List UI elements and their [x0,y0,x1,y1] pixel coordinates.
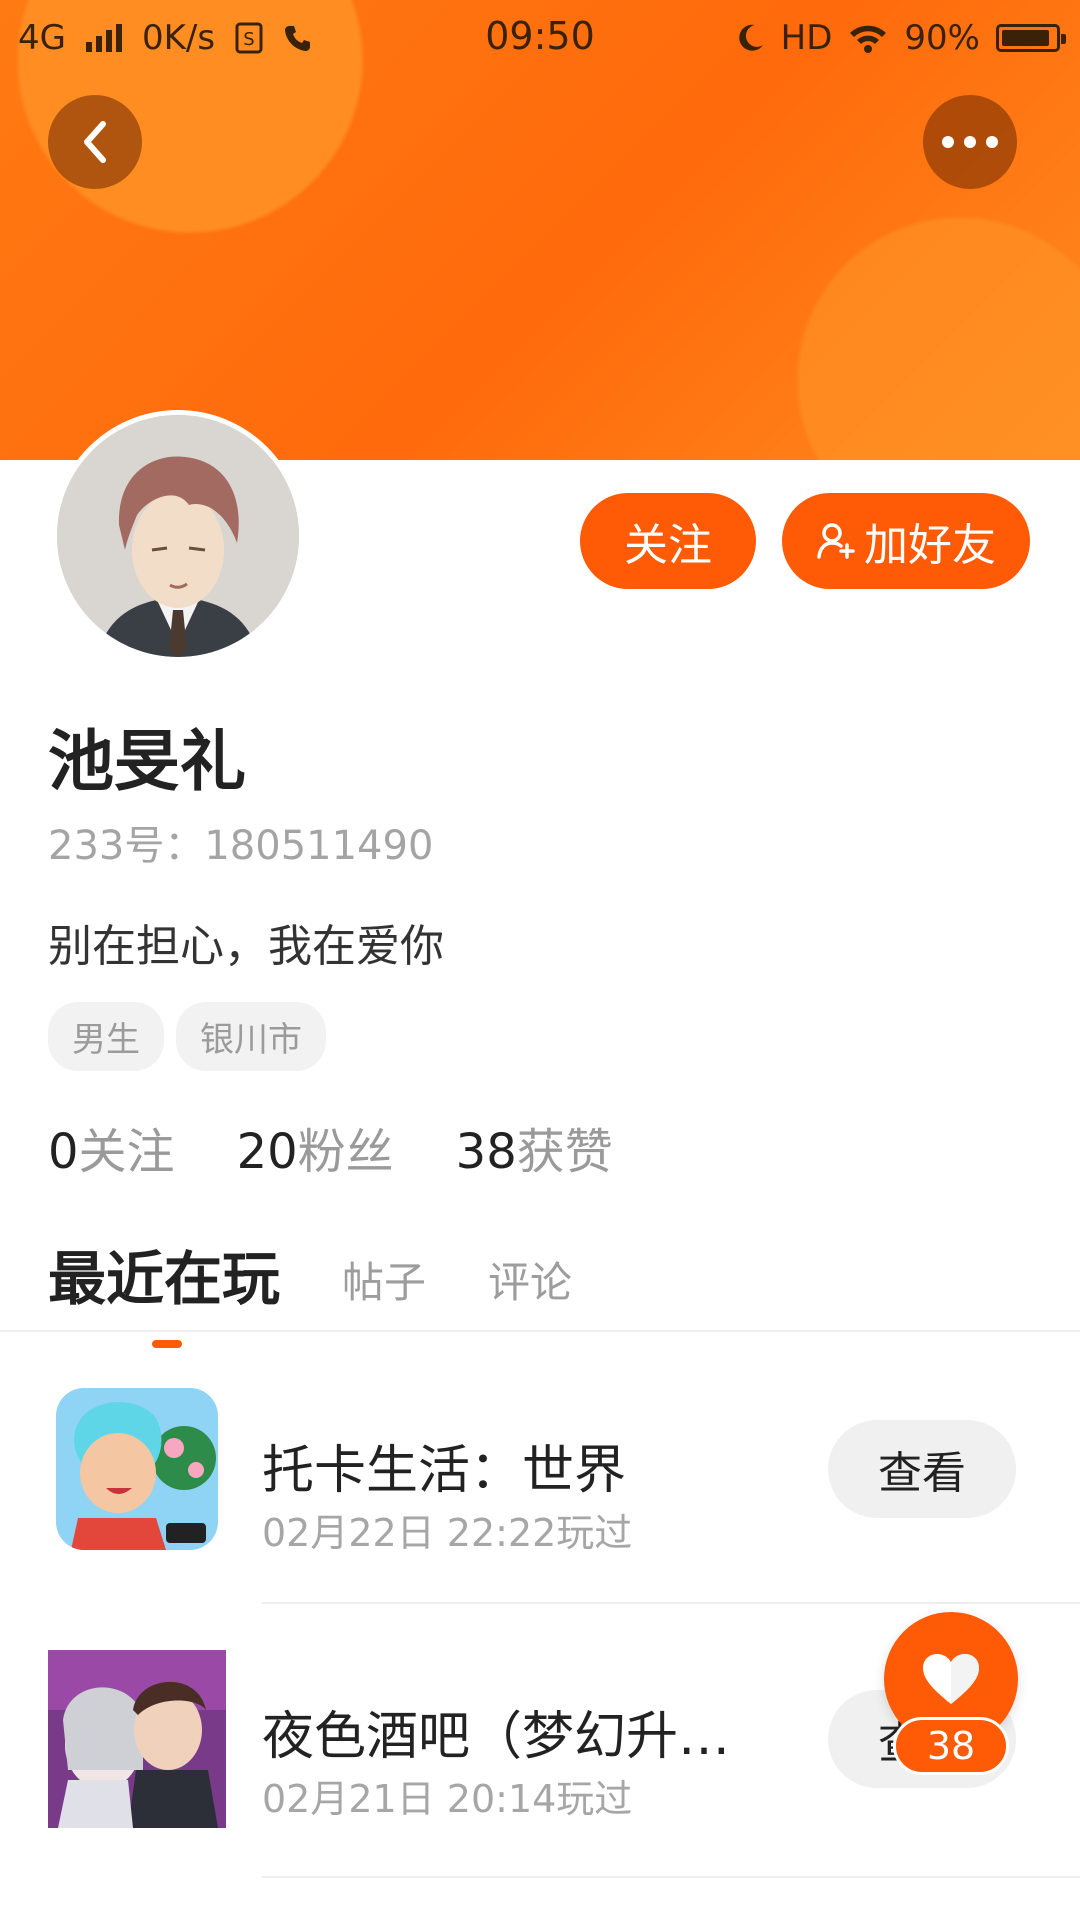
battery-icon [996,24,1066,52]
stat-likes[interactable]: 38获赞 [456,1112,613,1182]
follow-button[interactable]: 关注 [580,493,756,589]
view-button[interactable]: 查看 [828,1420,1016,1518]
stat-label: 获赞 [516,1124,613,1180]
game-item[interactable]: 托卡生活：世界 02月22日 22:22玩过 查看 [0,1370,1080,1570]
profile-tags: 男生 银川市 [48,1002,326,1071]
stat-label: 粉丝 [297,1124,394,1180]
tab-divider [0,1330,1080,1332]
game-title: 托卡生活：世界 [262,1441,627,1501]
wifi-icon [850,25,887,53]
more-dots-icon [942,136,998,148]
stat-number: 20 [236,1124,298,1180]
add-friend-label: 加好友 [864,520,996,571]
list-divider [262,1602,1080,1604]
account-id: 233号：180511490 [48,823,434,869]
stat-number: 0 [48,1124,79,1180]
view-button-label: 查看 [878,1448,966,1499]
back-button[interactable] [48,95,142,189]
more-options-button[interactable] [923,95,1017,189]
stat-number: 38 [455,1124,517,1180]
heart-icon [923,1654,979,1704]
follow-button-label: 关注 [624,520,712,571]
hd-indicator: HD [780,18,833,58]
chevron-left-icon [84,121,106,163]
profile-tabs: 最近在玩 帖子 评论 [48,1232,572,1348]
profile-header-banner: 4G 0K/s S 09:50 HD 90% [0,0,1080,460]
stat-following[interactable]: 0关注 [48,1112,175,1182]
battery-percent: 90% [904,18,980,58]
add-friend-button[interactable]: 加好友 [782,493,1030,589]
tab-label: 最近在玩 [48,1245,281,1313]
add-user-icon [817,523,855,559]
city-tag: 银川市 [176,1002,326,1071]
like-count-badge: 38 [893,1717,1009,1775]
username: 池旻礼 [48,723,246,800]
avatar[interactable] [57,415,299,657]
tab-posts[interactable]: 帖子 [342,1249,426,1316]
game-played-time: 02月22日 22:22玩过 [262,1511,633,1555]
game-icon [56,1388,218,1550]
avatar-frame [52,410,304,662]
stat-label: 关注 [78,1124,175,1180]
moon-icon [738,24,763,51]
game-icon [48,1650,226,1828]
gender-tag: 男生 [48,1002,164,1071]
tab-comments[interactable]: 评论 [488,1249,572,1316]
stats-row: 0关注 20粉丝 38获赞 [48,1112,613,1182]
tab-recently-played[interactable]: 最近在玩 [48,1232,281,1348]
list-divider [262,1876,1080,1878]
status-bar: 4G 0K/s S 09:50 HD 90% [0,0,1080,74]
stat-fans[interactable]: 20粉丝 [237,1112,394,1182]
bio: 别在担心，我在爱你 [48,921,444,972]
game-played-time: 02月21日 20:14玩过 [262,1777,633,1821]
game-title: 夜色酒吧（梦幻升… [262,1707,731,1767]
tab-indicator [152,1340,182,1348]
